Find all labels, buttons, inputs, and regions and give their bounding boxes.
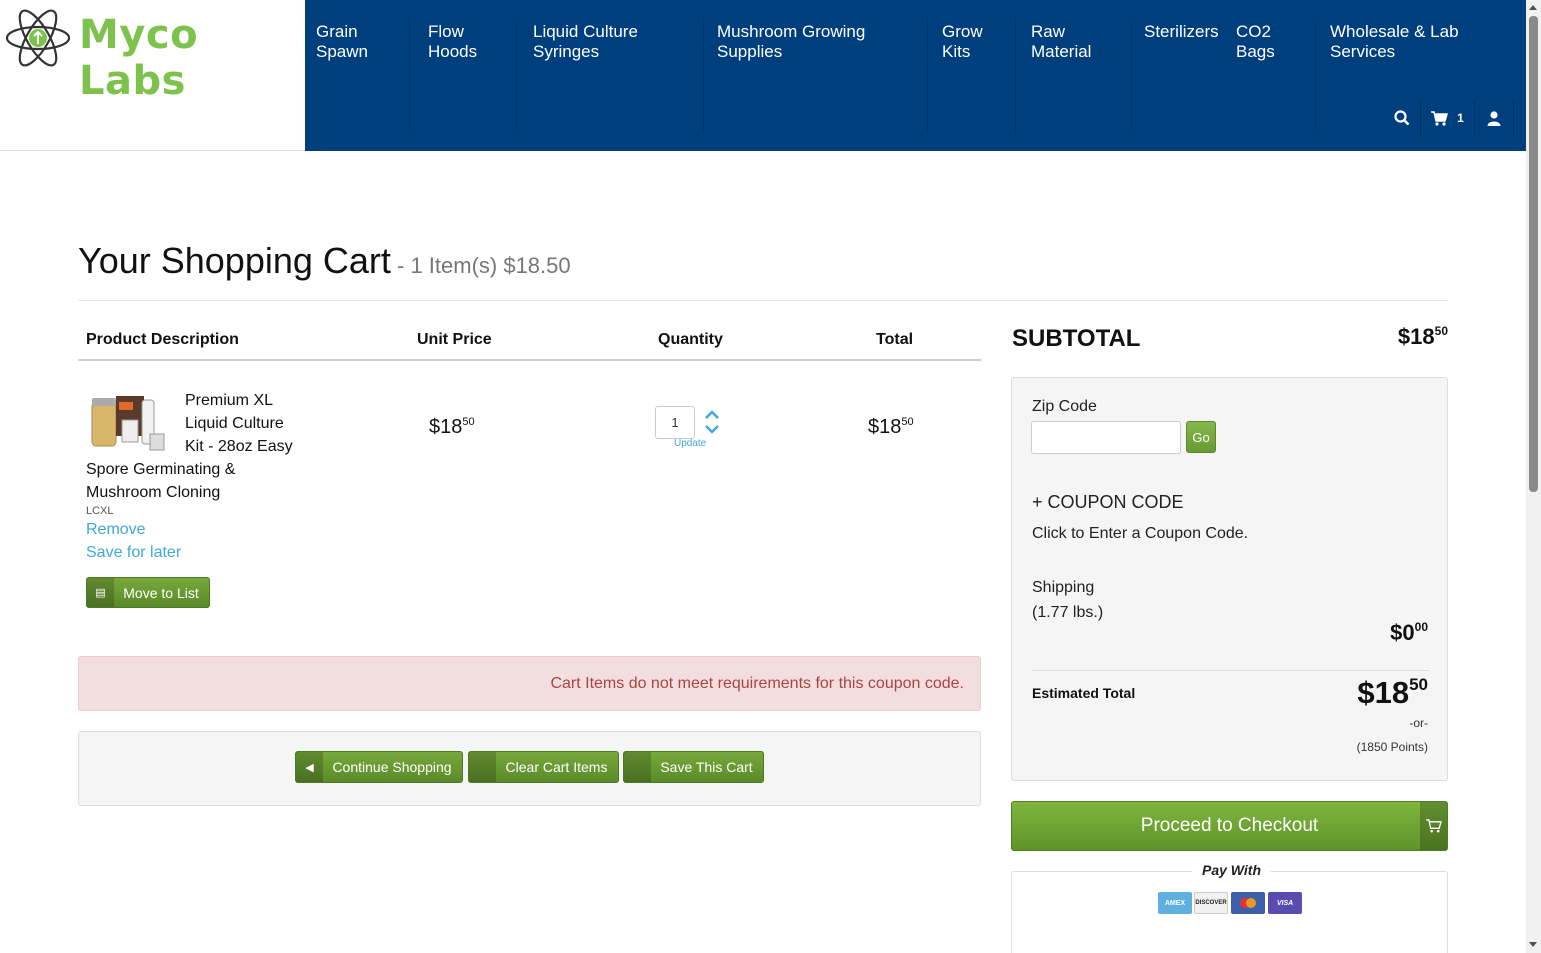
qty-decrease-icon[interactable] bbox=[704, 424, 720, 436]
shipping-amount: $000 bbox=[1390, 620, 1428, 645]
zip-go-button[interactable]: Go bbox=[1186, 421, 1216, 453]
nav-item-grain-spawn[interactable]: Grain Spawn bbox=[316, 22, 368, 62]
brand-name[interactable]: Myco Labs bbox=[79, 12, 305, 104]
coupon-code-hint[interactable]: Click to Enter a Coupon Code. bbox=[1032, 525, 1248, 543]
nav-item-raw-material[interactable]: Raw Material bbox=[1031, 22, 1091, 62]
search-button[interactable] bbox=[1384, 100, 1420, 136]
user-icon bbox=[1487, 110, 1501, 126]
quantity-input[interactable]: 1 bbox=[655, 406, 695, 439]
update-quantity-link[interactable]: Update bbox=[674, 438, 706, 449]
cart-button[interactable]: 1 bbox=[1420, 100, 1474, 136]
cart-count: 1 bbox=[1457, 111, 1464, 125]
page-title-text: Your Shopping Cart bbox=[78, 240, 391, 281]
move-to-list-button[interactable]: ▤ Move to List bbox=[86, 577, 210, 608]
main-nav: Grain Spawn Flow Hoods Liquid Culture Syrin… bbox=[305, 0, 1526, 151]
product-name[interactable]: Premium XL Liquid Culture Kit - 28oz Easy S… bbox=[86, 389, 316, 504]
discover-card-icon: DISCOVER bbox=[1194, 892, 1228, 914]
estimated-total-label: Estimated Total bbox=[1032, 685, 1136, 701]
back-arrow-icon: ◀ bbox=[296, 752, 323, 782]
page-scrollbar[interactable] bbox=[1526, 0, 1541, 953]
remove-link[interactable]: Remove bbox=[86, 521, 146, 539]
continue-shopping-button[interactable]: ◀ Continue Shopping bbox=[295, 751, 463, 783]
nav-item-mushroom-growing-supplies[interactable]: Mushroom Growing Supplies bbox=[717, 22, 865, 62]
save-icon bbox=[624, 752, 651, 782]
qty-increase-icon[interactable] bbox=[704, 408, 720, 420]
col-header-product: Product Description bbox=[86, 331, 239, 348]
alert-message: Cart Items do not meet requirements for … bbox=[550, 674, 964, 692]
shipping-weight: (1.77 lbs.) bbox=[1032, 604, 1104, 621]
divider bbox=[1032, 670, 1429, 671]
search-icon bbox=[1394, 110, 1410, 126]
col-header-unit-price: Unit Price bbox=[417, 331, 492, 348]
zip-code-label: Zip Code bbox=[1032, 398, 1097, 415]
points-total: (1850 Points) bbox=[1356, 740, 1428, 754]
payment-methods bbox=[1011, 871, 1448, 953]
save-cart-label: Save This Cart bbox=[660, 759, 753, 775]
mastercard-icon bbox=[1231, 892, 1265, 914]
move-to-list-label: Move to List bbox=[123, 584, 199, 601]
trash-icon bbox=[469, 752, 496, 782]
estimated-total-amount: $1850 bbox=[1357, 675, 1428, 710]
coupon-error-alert: Cart Items do not meet requirements for … bbox=[78, 656, 981, 711]
cart-summary: - 1 Item(s) $18.50 bbox=[390, 253, 571, 278]
nav-item-grow-kits[interactable]: Grow Kits bbox=[942, 22, 983, 62]
unit-price: $1850 bbox=[429, 416, 475, 438]
save-cart-button[interactable]: Save This Cart bbox=[623, 751, 764, 783]
cart-icon bbox=[1431, 110, 1449, 126]
nav-item-co2-bags[interactable]: CO2 Bags bbox=[1236, 22, 1275, 62]
scroll-up-icon[interactable] bbox=[1529, 5, 1537, 10]
nav-item-sterilizers[interactable]: Sterilizers bbox=[1144, 22, 1219, 42]
checkout-label: Proceed to Checkout bbox=[1140, 815, 1319, 836]
visa-card-icon: VISA bbox=[1268, 892, 1302, 914]
shipping-label: Shipping bbox=[1032, 579, 1095, 596]
continue-shopping-label: Continue Shopping bbox=[332, 759, 452, 775]
amex-card-icon: AMEX bbox=[1158, 892, 1192, 914]
nav-item-wholesale-lab-services[interactable]: Wholesale & Lab Services bbox=[1330, 22, 1459, 62]
mastercard-circles bbox=[1240, 898, 1256, 908]
header-tools: 1 bbox=[1384, 100, 1526, 136]
product-sku: LCXL bbox=[86, 505, 114, 517]
discover-card-label: DISCOVER bbox=[1195, 900, 1227, 906]
site-header: Myco Labs Grain Spawn Flow Hoods Liquid Cu… bbox=[0, 0, 1526, 151]
list-icon: ▤ bbox=[87, 578, 114, 607]
logo-area[interactable]: Myco Labs bbox=[0, 0, 305, 151]
scrollbar-thumb[interactable] bbox=[1529, 16, 1538, 492]
subtotal-amount: $1850 bbox=[1397, 324, 1448, 349]
nav-item-flow-hoods[interactable]: Flow Hoods bbox=[428, 22, 477, 62]
clear-cart-label: Clear Cart Items bbox=[505, 759, 608, 775]
scroll-down-icon[interactable] bbox=[1529, 942, 1537, 947]
page-title: Your Shopping Cart - 1 Item(s) $18.50 bbox=[78, 240, 571, 282]
proceed-to-checkout-button[interactable]: Proceed to Checkout bbox=[1011, 801, 1448, 851]
or-separator: -or- bbox=[1409, 716, 1428, 730]
account-button[interactable] bbox=[1474, 100, 1514, 136]
col-header-total: Total bbox=[876, 331, 914, 348]
col-header-quantity: Quantity bbox=[658, 331, 723, 348]
shipping-info: Shipping (1.77 lbs.) bbox=[1032, 575, 1103, 625]
pay-with-label: Pay With bbox=[1192, 862, 1271, 878]
line-total: $1850 bbox=[868, 416, 914, 438]
checkout-cart-icon bbox=[1420, 802, 1447, 850]
zip-code-input[interactable] bbox=[1031, 421, 1181, 454]
clear-cart-button[interactable]: Clear Cart Items bbox=[468, 751, 619, 783]
atom-logo-icon[interactable] bbox=[4, 4, 72, 72]
subtotal-label: SUBTOTAL bbox=[1012, 325, 1141, 352]
divider bbox=[78, 300, 1448, 301]
header-divider bbox=[78, 359, 981, 361]
save-for-later-link[interactable]: Save for later bbox=[86, 544, 181, 562]
nav-item-liquid-culture-syringes[interactable]: Liquid Culture Syringes bbox=[533, 22, 638, 62]
coupon-code-toggle[interactable]: + COUPON CODE bbox=[1032, 492, 1184, 513]
